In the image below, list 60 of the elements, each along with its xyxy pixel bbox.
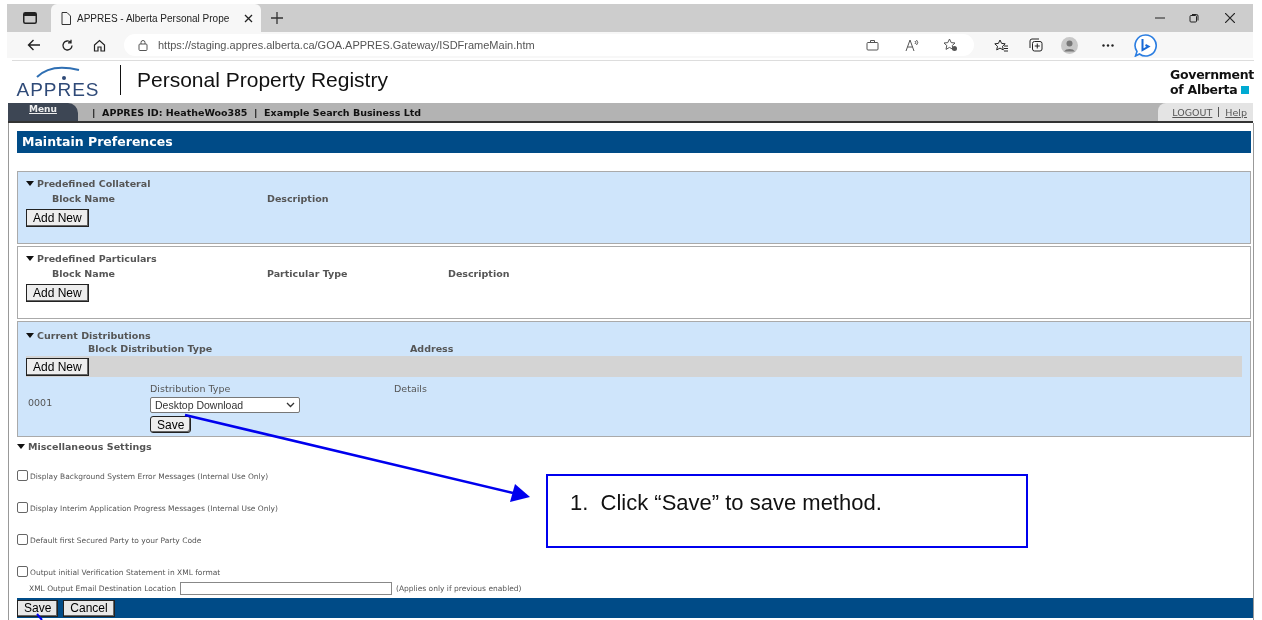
lock-icon xyxy=(138,39,148,51)
section-title[interactable]: Current Distributions xyxy=(26,330,1242,341)
home-icon[interactable] xyxy=(93,38,106,52)
menu-tab[interactable]: Menu xyxy=(8,103,78,121)
plus-icon[interactable] xyxy=(271,12,283,24)
checkbox[interactable] xyxy=(17,470,28,481)
help-link[interactable]: Help xyxy=(1225,106,1247,118)
briefcase-icon[interactable] xyxy=(866,39,879,51)
government-logo: Government of Alberta xyxy=(1170,67,1254,97)
row-number: 0001 xyxy=(27,397,54,410)
caret-icon xyxy=(26,256,34,261)
column-header: Block Name xyxy=(52,193,116,205)
browser-tab[interactable]: APPRES - Alberta Personal Prope xyxy=(51,4,261,32)
logout-link[interactable]: LOGOUT xyxy=(1172,106,1213,118)
add-new-button[interactable]: Add New xyxy=(26,209,89,227)
section-title[interactable]: Predefined Particulars xyxy=(26,253,1242,264)
appres-logo: APPRES xyxy=(12,65,104,99)
sidebar-icon[interactable] xyxy=(23,12,37,24)
star-plus-icon[interactable] xyxy=(943,38,958,52)
read-aloud-icon[interactable] xyxy=(905,38,919,52)
chevron-icon xyxy=(286,402,295,408)
caret-icon xyxy=(26,333,34,338)
caret-icon xyxy=(26,181,34,186)
checkbox[interactable] xyxy=(17,534,28,545)
section-title[interactable]: Miscellaneous Settings xyxy=(17,441,1253,452)
caret-icon xyxy=(17,444,25,449)
save-button[interactable]: Save xyxy=(17,599,59,617)
column-header: Particular Type xyxy=(267,268,349,280)
section-title[interactable]: Predefined Collateral xyxy=(26,178,1242,189)
column-header: Address xyxy=(410,343,455,355)
account-info: | APPRES ID: HeatheWoo385 | Example Search Business Ltd xyxy=(92,106,422,118)
field-label: Details xyxy=(394,383,427,396)
close-icon[interactable] xyxy=(1225,13,1235,23)
profile-avatar-icon[interactable] xyxy=(1061,36,1078,54)
column-header: Description xyxy=(267,193,330,205)
add-new-button[interactable]: Add New xyxy=(26,357,89,376)
field-label: Distribution Type xyxy=(150,383,231,394)
add-new-button[interactable]: Add New xyxy=(26,284,89,302)
more-icon[interactable] xyxy=(1102,43,1114,47)
save-button[interactable]: Save xyxy=(150,416,192,433)
column-header: Block Name xyxy=(52,268,116,280)
restore-icon[interactable] xyxy=(1189,13,1199,23)
email-input[interactable] xyxy=(179,582,392,595)
instruction-callout: 1. Click “Save” to save method. xyxy=(546,474,1028,548)
cancel-button[interactable]: Cancel xyxy=(63,599,115,617)
chat-bubble-icon[interactable] xyxy=(1134,33,1157,57)
close-icon[interactable] xyxy=(244,13,253,23)
checkbox[interactable] xyxy=(17,502,28,513)
registry-title: Personal Property Registry xyxy=(137,68,388,92)
back-icon[interactable] xyxy=(27,39,41,51)
page-icon xyxy=(61,11,71,25)
page-title: Maintain Preferences xyxy=(17,131,1251,153)
favorites-icon[interactable] xyxy=(994,38,1009,52)
collections-icon[interactable] xyxy=(1029,38,1043,52)
checkbox[interactable] xyxy=(17,566,28,577)
column-header: Description xyxy=(448,268,511,280)
address-field[interactable]: https://staging.appres.alberta.ca/GOA.APPRES.Gateway/ISDFrameMain.htm xyxy=(124,34,974,56)
reload-icon[interactable] xyxy=(61,38,74,52)
column-header: Block Distribution Type xyxy=(88,343,214,355)
distribution-type-dropdown[interactable]: Desktop Download xyxy=(150,397,300,413)
